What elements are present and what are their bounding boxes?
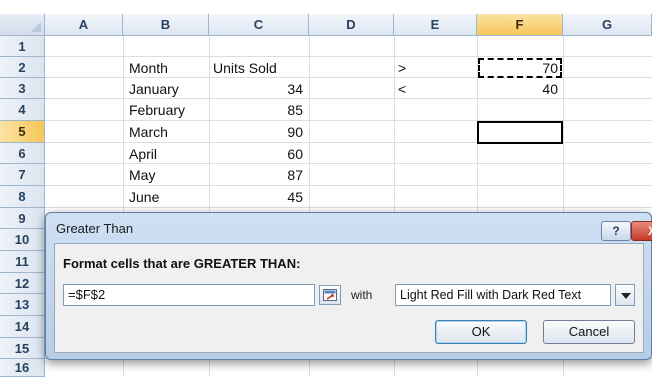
active-cell-f5[interactable]	[477, 121, 563, 144]
collapse-dialog-icon-glyph	[323, 289, 337, 301]
column-header-g[interactable]: G	[563, 14, 652, 36]
dialog-title: Greater Than	[56, 221, 134, 236]
dialog-body: Format cells that are GREATER THAN: =$F$…	[54, 243, 644, 353]
greater-than-dialog: Greater Than ? X Format cells that are G…	[45, 212, 652, 360]
row-header-5[interactable]: 5	[0, 121, 45, 143]
cell-c5[interactable]: 90	[213, 124, 303, 140]
row-header-12[interactable]: 12	[0, 273, 45, 294]
close-button[interactable]: X	[631, 221, 652, 241]
cell-e3[interactable]: <	[398, 81, 406, 97]
cell-c6[interactable]: 60	[213, 146, 303, 162]
collapse-dialog-icon[interactable]	[319, 285, 341, 305]
grid-line	[45, 163, 652, 164]
cell-f3[interactable]: 40	[480, 81, 558, 97]
column-header-c[interactable]: C	[209, 14, 309, 36]
cell-b6[interactable]: April	[129, 146, 157, 162]
column-header-a[interactable]: A	[45, 14, 123, 36]
row-header-15[interactable]: 15	[0, 338, 45, 359]
cell-c2[interactable]: Units Sold	[213, 60, 277, 76]
cell-b7[interactable]: May	[129, 167, 155, 183]
row-header-3[interactable]: 3	[0, 78, 45, 99]
ok-button[interactable]: OK	[435, 320, 527, 344]
row-header-1[interactable]: 1	[0, 36, 45, 57]
grid-line	[45, 207, 652, 208]
help-button[interactable]: ?	[601, 221, 631, 241]
row-header-2[interactable]: 2	[0, 57, 45, 78]
cell-b2[interactable]: Month	[129, 60, 168, 76]
grid-line	[45, 56, 652, 57]
grid-line	[45, 185, 652, 186]
cell-c3[interactable]: 34	[213, 81, 303, 97]
cancel-button[interactable]: Cancel	[543, 320, 635, 344]
row-header-10[interactable]: 10	[0, 229, 45, 251]
row-header-9[interactable]: 9	[0, 208, 45, 229]
dialog-prompt: Format cells that are GREATER THAN:	[63, 256, 301, 271]
row-header-14[interactable]: 14	[0, 316, 45, 338]
row-header-16[interactable]: 16	[0, 359, 45, 377]
cell-b3[interactable]: January	[129, 81, 179, 97]
select-all-corner[interactable]	[0, 14, 45, 36]
column-header-e[interactable]: E	[394, 14, 477, 36]
row-header-8[interactable]: 8	[0, 186, 45, 208]
cell-b4[interactable]: February	[129, 102, 185, 118]
grid-line	[45, 98, 652, 99]
with-label: with	[351, 288, 373, 302]
spreadsheet: A B C D E F G 1 2 3 4 5 6 7 8 9 10 11 12…	[0, 0, 652, 377]
column-header-d[interactable]: D	[309, 14, 394, 36]
row-header-7[interactable]: 7	[0, 164, 45, 186]
copy-marquee	[478, 58, 562, 78]
row-header-13[interactable]: 13	[0, 294, 45, 316]
column-header-b[interactable]: B	[123, 14, 209, 36]
row-header-4[interactable]: 4	[0, 99, 45, 121]
column-header-f[interactable]: F	[477, 14, 563, 36]
cell-e2[interactable]: >	[398, 60, 406, 76]
cell-b5[interactable]: March	[129, 124, 168, 140]
cell-b8[interactable]: June	[129, 189, 159, 205]
cell-c7[interactable]: 87	[213, 167, 303, 183]
row-header-11[interactable]: 11	[0, 251, 45, 273]
row-header-6[interactable]: 6	[0, 143, 45, 164]
toolbar-strip	[0, 0, 652, 14]
format-select[interactable]: Light Red Fill with Dark Red Text	[395, 284, 611, 306]
reference-input[interactable]: =$F$2	[63, 284, 315, 306]
cell-c4[interactable]: 85	[213, 102, 303, 118]
cell-c8[interactable]: 45	[213, 189, 303, 205]
chevron-down-icon[interactable]	[615, 284, 635, 306]
